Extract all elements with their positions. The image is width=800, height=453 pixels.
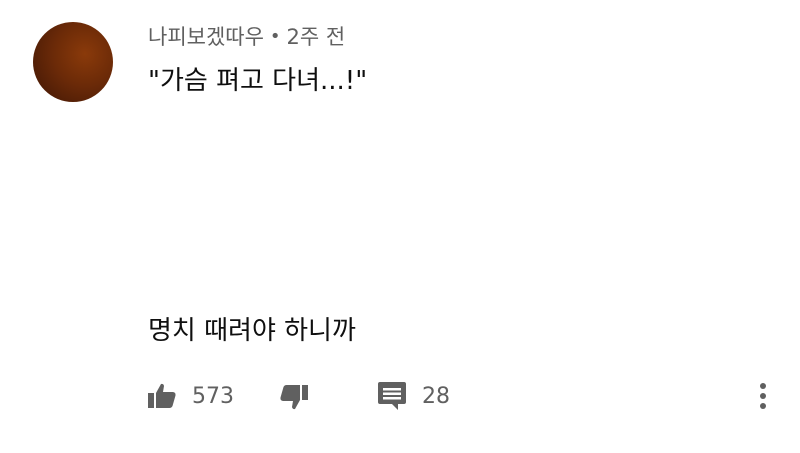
like-button[interactable]: 573 — [146, 376, 234, 416]
thumbs-up-icon — [148, 383, 176, 408]
comment-text-line-2: 명치 때려야 하니까 — [148, 316, 356, 346]
more-vertical-icon — [760, 383, 766, 409]
author-name[interactable]: 나피보겠따우 — [148, 21, 264, 51]
comment-actions: 573 28 — [0, 376, 800, 416]
dislike-button[interactable] — [276, 376, 310, 416]
comment-time: 2주 전 — [286, 25, 346, 49]
like-count: 573 — [192, 383, 234, 409]
thumbs-down-icon — [280, 385, 308, 410]
more-options-button[interactable] — [752, 376, 774, 416]
comment-text-line-1: "가슴 펴고 다녀...!" — [148, 66, 368, 96]
meta-separator: • — [269, 25, 281, 47]
avatar[interactable] — [33, 22, 113, 102]
reply-button[interactable]: 28 — [376, 376, 450, 416]
comment-icon — [378, 382, 406, 410]
comment-meta: 나피보겠따우 • 2주 전 — [148, 22, 345, 50]
reply-count: 28 — [422, 383, 450, 409]
